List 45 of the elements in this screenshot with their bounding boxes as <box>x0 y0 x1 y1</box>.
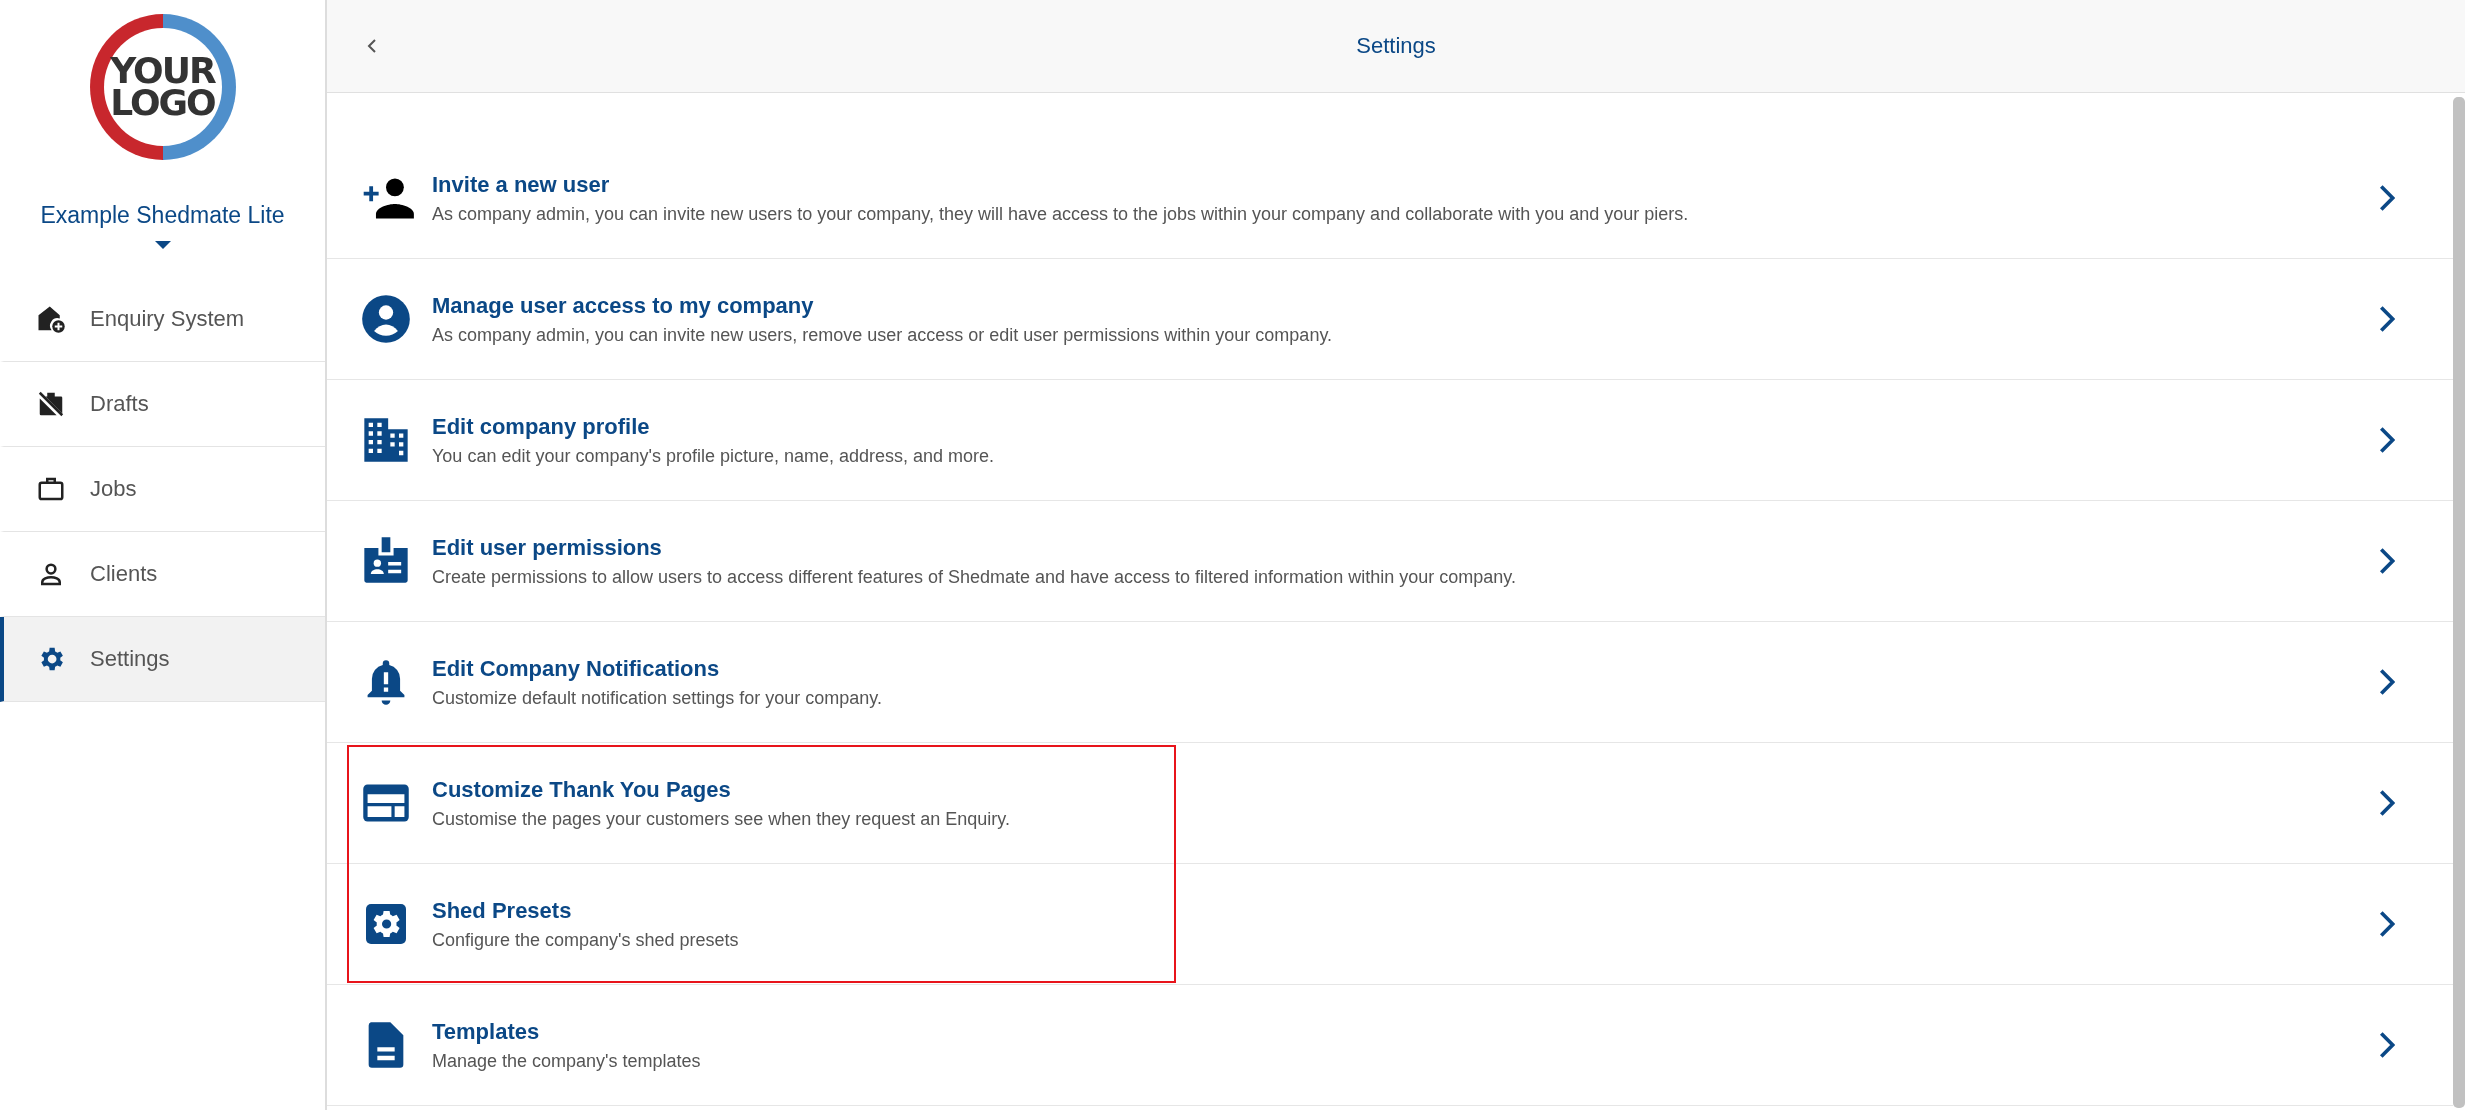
briefcase-off-icon <box>36 389 66 419</box>
setting-title: Customize Thank You Pages <box>432 776 732 803</box>
setting-title: Manage user access to my company <box>432 292 815 319</box>
setting-title: Invite a new user <box>432 171 611 198</box>
chevron-right-icon[interactable] <box>2379 305 2395 333</box>
setting-title: Edit user permissions <box>432 534 663 561</box>
company-name[interactable]: Example Shedmate Lite <box>0 202 325 229</box>
settings-row[interactable]: Edit Company Notifications Customize default notification settings for your company. <box>327 622 2453 743</box>
setting-description: As company admin, you can invite new users to your company, they will have access to the jobs within your company and collaborate with you and your piers. <box>432 203 1690 225</box>
house-plus-icon <box>36 304 66 334</box>
chevron-right-icon[interactable] <box>2379 910 2395 938</box>
chevron-right-icon[interactable] <box>2379 547 2395 575</box>
back-chevron-icon[interactable] <box>367 38 377 54</box>
settings-row[interactable]: Shed Presets Configure the company's shed presets <box>327 864 2453 985</box>
setting-description: Configure the company's shed presets <box>432 929 740 951</box>
setting-description: Create permissions to allow users to access different features of Shedmate and have access to filtered information within your company. <box>432 566 1517 588</box>
nav-item[interactable]: Enquiry System <box>0 277 325 362</box>
settings-row[interactable]: Manage user access to my company As company admin, you can invite new users, remove user access or edit user permissions within your company. <box>327 259 2453 380</box>
logo: YOUR LOGO <box>89 14 236 160</box>
nav-item[interactable]: Drafts <box>0 362 325 447</box>
nav-item[interactable]: Jobs <box>0 447 325 532</box>
account-circle-icon <box>360 293 412 345</box>
setting-title: Edit Company Notifications <box>432 655 721 682</box>
setting-description: Customize default notification settings for your company. <box>432 687 883 709</box>
page-title: Settings <box>1356 33 1436 59</box>
chevron-right-icon[interactable] <box>2379 1031 2395 1059</box>
nav-item[interactable]: Settings <box>0 617 325 702</box>
setting-description: As company admin, you can invite new users, remove user access or edit user permissions within your company. <box>432 324 1334 346</box>
settings-row[interactable]: Templates Manage the company's templates <box>327 985 2453 1106</box>
scrollbar-thumb[interactable] <box>2453 97 2465 1108</box>
chevron-right-icon[interactable] <box>2379 184 2395 212</box>
chevron-right-icon[interactable] <box>2379 668 2395 696</box>
chevron-right-icon[interactable] <box>2379 789 2395 817</box>
setting-description: Customise the pages your customers see when they request an Enquiry. <box>432 808 1011 830</box>
setting-description: You can edit your company's profile picture, name, address, and more. <box>432 445 996 467</box>
setting-title: Edit company profile <box>432 413 651 440</box>
setting-title: Templates <box>432 1018 541 1045</box>
setting-description: Manage the company's templates <box>432 1050 702 1072</box>
settings-row[interactable]: Edit company profile You can edit your company's profile picture, name, address, and more. <box>327 380 2453 501</box>
setting-title: Shed Presets <box>432 897 573 924</box>
settings-row[interactable]: Customize Thank You Pages Customise the pages your customers see when they request an Enquiry. <box>327 743 2453 864</box>
dropdown-caret-icon[interactable] <box>154 241 171 249</box>
settings-row[interactable]: Edit user permissions Create permissions to allow users to access different features of Shedmate and have access to filtered information within your company. <box>327 501 2453 622</box>
settings-row[interactable]: Invite a new user As company admin, you can invite new users to your company, they will have access to the jobs within your company and collaborate with you and your piers. <box>327 138 2453 259</box>
chevron-right-icon[interactable] <box>2379 426 2395 454</box>
